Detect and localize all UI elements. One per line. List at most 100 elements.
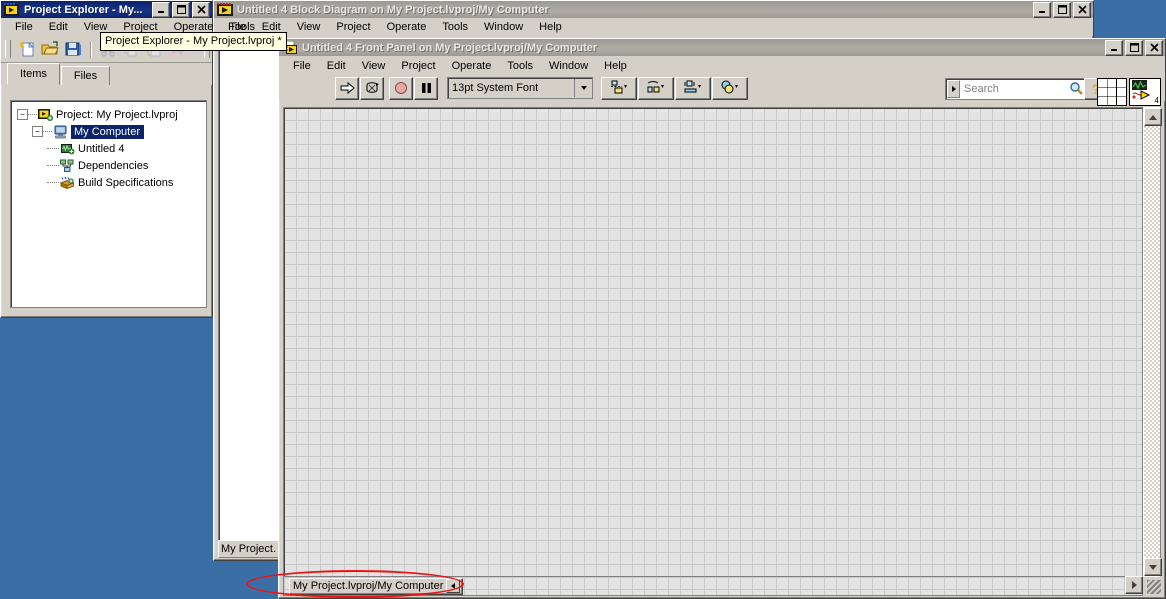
minimize-button[interactable]	[1105, 40, 1123, 56]
tree-connector	[43, 131, 52, 133]
open-project-icon[interactable]	[40, 39, 60, 59]
resize-grip[interactable]	[1145, 578, 1161, 594]
toolbar-grip[interactable]	[5, 40, 11, 58]
tree-item-dependencies[interactable]: Dependencies	[11, 157, 206, 174]
fp-menu-window[interactable]: Window	[541, 58, 596, 74]
search-options-icon[interactable]	[947, 80, 960, 98]
tab-items[interactable]: Items	[7, 63, 60, 85]
project-icon	[37, 107, 53, 122]
minimize-button[interactable]	[152, 2, 170, 18]
vi-icon-panel[interactable]: 4	[1097, 78, 1161, 106]
vi-icon[interactable]: 4	[1129, 78, 1161, 106]
tree-label-untitled-4: Untitled 4	[78, 143, 124, 155]
search-input[interactable]: Search	[964, 83, 999, 95]
dependencies-icon	[59, 158, 75, 173]
labview-block-diagram-icon	[217, 3, 233, 17]
project-explorer-tabs[interactable]: Items Files	[1, 63, 212, 85]
pe-menu-edit[interactable]: Edit	[41, 19, 76, 35]
block-diagram-titlebar[interactable]: Untitled 4 Block Diagram on My Project.l…	[214, 1, 1093, 18]
bd-menu-help[interactable]: Help	[531, 19, 570, 35]
maximize-button[interactable]	[1125, 40, 1143, 56]
tree-label-my-computer: My Computer	[71, 125, 144, 139]
scroll-track[interactable]	[1144, 126, 1160, 558]
tree-item-untitled-4[interactable]: Untitled 4	[11, 140, 206, 157]
bd-menu-window[interactable]: Window	[476, 19, 531, 35]
tree-item-my-computer[interactable]: − My Computer	[11, 123, 206, 140]
bd-menu-operate[interactable]: Operate	[379, 19, 435, 35]
block-diagram-menubar[interactable]: File Edit View Project Operate Tools Win…	[214, 18, 1093, 36]
tree-label-project: Project: My Project.lvproj	[56, 109, 178, 121]
run-button[interactable]	[335, 77, 359, 100]
context-dropdown-icon[interactable]	[446, 579, 460, 593]
build-specifications-icon	[59, 175, 75, 190]
project-explorer-titlebar[interactable]: Project Explorer - My...	[1, 1, 212, 18]
close-button[interactable]	[1145, 40, 1163, 56]
close-button[interactable]	[192, 2, 210, 18]
new-project-icon[interactable]	[17, 39, 37, 59]
block-diagram-context-selector[interactable]: My Project.	[218, 540, 282, 558]
front-panel-canvas[interactable]	[283, 107, 1143, 577]
front-panel-title: Untitled 4 Front Panel on My Project.lvp…	[302, 42, 1105, 54]
fp-menu-help[interactable]: Help	[596, 58, 635, 74]
tree-connector	[47, 165, 59, 167]
abort-execution-button[interactable]	[389, 77, 413, 100]
save-project-icon[interactable]	[63, 39, 83, 59]
front-panel-menubar[interactable]: File Edit View Project Operate Tools Win…	[279, 56, 1165, 75]
run-continuously-button[interactable]	[360, 77, 384, 100]
tree-item-build-specifications[interactable]: Build Specifications	[11, 174, 206, 191]
front-panel-context-label: My Project.lvproj/My Computer	[293, 580, 443, 592]
scroll-up-button[interactable]	[1144, 108, 1162, 126]
fp-menu-view[interactable]: View	[354, 58, 394, 74]
project-explorer-title: Project Explorer - My...	[24, 4, 152, 16]
minimize-button[interactable]	[1033, 2, 1051, 18]
fp-menu-file[interactable]: File	[285, 58, 319, 74]
reorder-objects-button[interactable]	[712, 77, 748, 100]
search-box[interactable]: Search	[945, 78, 1087, 100]
block-diagram-window-buttons[interactable]	[1033, 2, 1091, 18]
toolbar-separator	[90, 41, 91, 58]
block-diagram-canvas[interactable]	[218, 39, 280, 541]
bd-menu-tools[interactable]: Tools	[434, 19, 476, 35]
search-placeholder: Search	[964, 83, 999, 95]
fp-menu-tools[interactable]: Tools	[499, 58, 541, 74]
font-selector-value: 13pt System Font	[452, 82, 538, 94]
align-objects-button[interactable]	[601, 77, 637, 100]
computer-icon	[52, 124, 68, 139]
tree-label-dependencies: Dependencies	[78, 160, 148, 172]
fp-menu-operate[interactable]: Operate	[444, 58, 500, 74]
front-panel-context-selector[interactable]: My Project.lvproj/My Computer	[289, 578, 463, 595]
resize-objects-button[interactable]	[675, 77, 711, 100]
scroll-down-button[interactable]	[1144, 558, 1162, 576]
project-explorer-window-buttons[interactable]	[152, 2, 210, 18]
distribute-objects-button[interactable]	[638, 77, 674, 100]
tab-files[interactable]: Files	[61, 66, 110, 85]
tree-item-project[interactable]: − Project: My Project.lvproj	[11, 106, 206, 123]
tooltip: Project Explorer - My Project.lvproj *	[100, 32, 287, 51]
front-panel-window[interactable]: Untitled 4 Front Panel on My Project.lvp…	[278, 38, 1166, 599]
bd-menu-view[interactable]: View	[289, 19, 329, 35]
labview-project-icon	[4, 3, 20, 17]
maximize-button[interactable]	[172, 2, 190, 18]
front-panel-vertical-scrollbar[interactable]	[1143, 107, 1161, 577]
chevron-down-icon[interactable]	[574, 79, 592, 97]
vi-icon	[59, 141, 75, 156]
scroll-right-button[interactable]	[1125, 576, 1143, 594]
maximize-button[interactable]	[1053, 2, 1071, 18]
pe-menu-file[interactable]: File	[7, 19, 41, 35]
connector-pane-icon[interactable]	[1097, 78, 1127, 106]
block-diagram-title: Untitled 4 Block Diagram on My Project.l…	[237, 4, 1033, 16]
front-panel-statusbar: My Project.lvproj/My Computer	[283, 576, 1143, 596]
pause-button[interactable]	[414, 77, 438, 100]
project-tree[interactable]: − Project: My Project.lvproj −	[10, 100, 207, 308]
close-button[interactable]	[1073, 2, 1091, 18]
fp-menu-edit[interactable]: Edit	[319, 58, 354, 74]
front-panel-window-buttons[interactable]	[1105, 40, 1163, 56]
front-panel-titlebar[interactable]: Untitled 4 Front Panel on My Project.lvp…	[279, 39, 1165, 56]
expander-icon[interactable]: −	[17, 109, 28, 120]
magnifier-icon[interactable]	[1069, 81, 1083, 98]
front-panel-toolbar[interactable]: 13pt System Font	[279, 75, 1165, 101]
font-selector[interactable]: 13pt System Font	[447, 77, 593, 99]
expander-icon[interactable]: −	[32, 126, 43, 137]
fp-menu-project[interactable]: Project	[393, 58, 443, 74]
bd-menu-project[interactable]: Project	[328, 19, 378, 35]
